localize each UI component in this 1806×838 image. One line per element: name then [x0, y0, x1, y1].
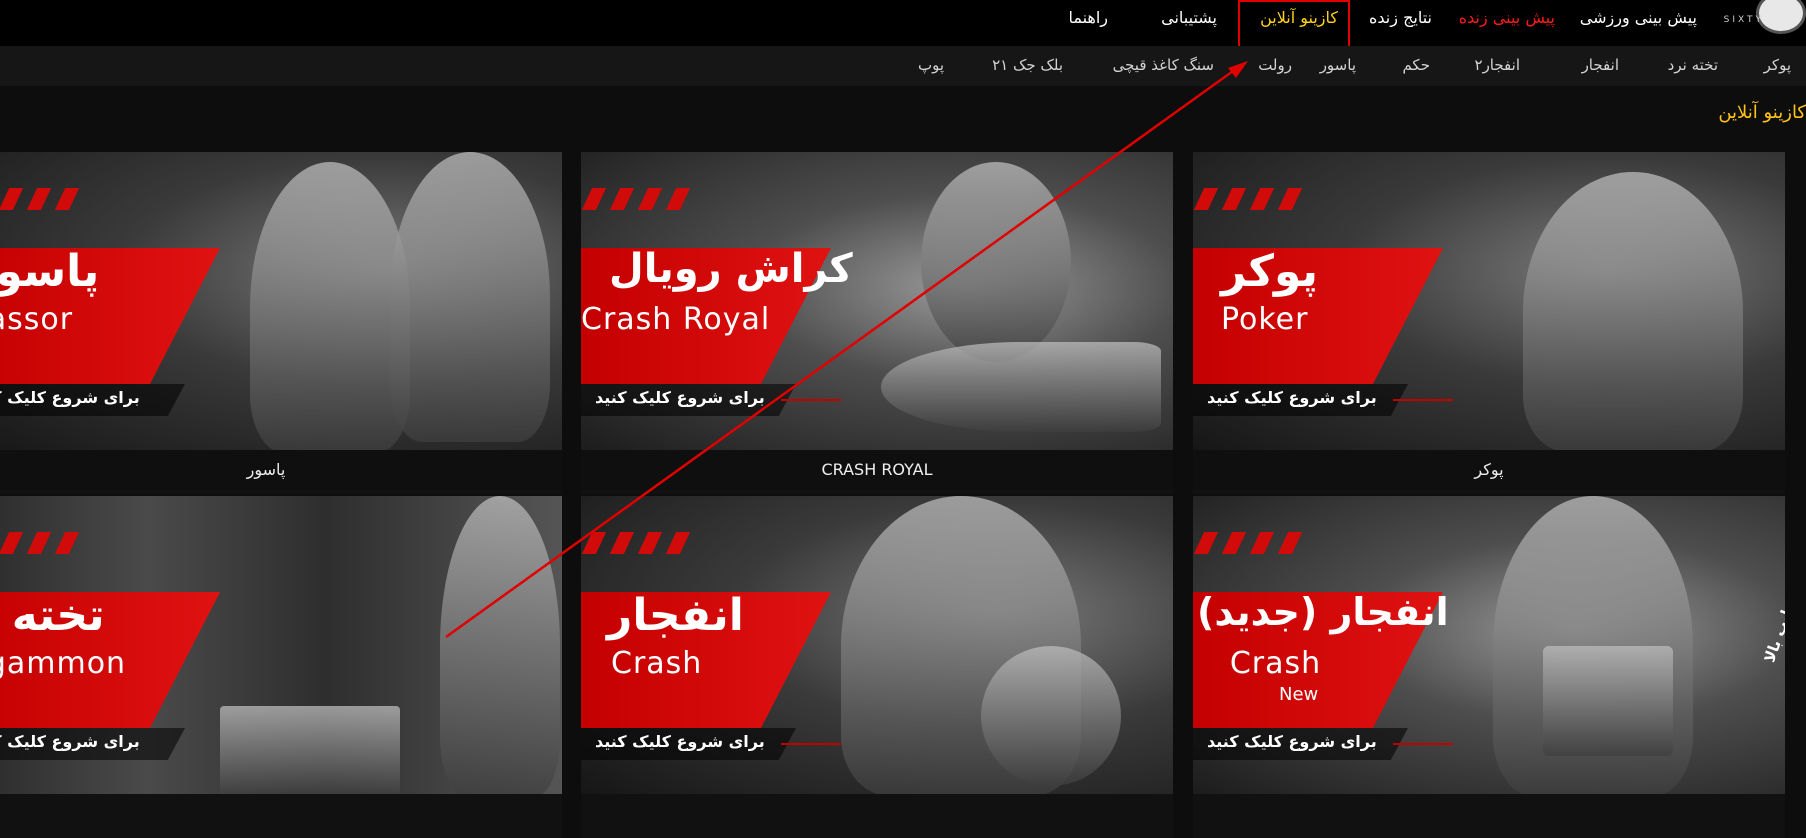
card-title-fa: کراش رویال	[609, 246, 853, 292]
card-cta: برای شروع کلیک کنید	[0, 732, 140, 751]
stripe-decoration	[0, 188, 110, 212]
top-navigation-bar: SIXTY پیش بینی ورزشی پیش بینی زنده نتایج…	[0, 0, 1806, 46]
card-title-en: Crash Royal	[581, 302, 771, 337]
stripe-decoration	[1193, 532, 1333, 556]
cta-underline	[1393, 399, 1453, 401]
card-title-fa: پوکر	[1221, 246, 1319, 297]
nav-sports-betting[interactable]: پیش بینی ورزشی	[1580, 8, 1697, 27]
subnav-pop[interactable]: پوپ	[918, 56, 944, 74]
woman-figure-left	[250, 162, 410, 450]
casino-subnav: پوکر تخته نرد انفجار انفجار۲ حکم پاسور ر…	[0, 46, 1806, 86]
card-title-en: Passor	[0, 302, 74, 337]
player-figure	[440, 496, 560, 794]
backgammon-board-figure	[220, 706, 400, 794]
high-odds-label: ضرایب بالا	[1760, 585, 1785, 665]
astronaut-figure	[921, 162, 1071, 362]
game-card-crash-royal[interactable]: کراش رویال Crash Royal برای شروع کلیک کن…	[581, 152, 1173, 494]
rocket-figure	[881, 342, 1161, 432]
card-image: پاسور Passor برای شروع کلیک کنید	[0, 152, 562, 450]
card-cta: برای شروع کلیک کنید	[595, 388, 765, 407]
card-image: انفجار Crash برای شروع کلیک کنید	[581, 496, 1173, 794]
logo-text: SIXTY	[1723, 15, 1764, 25]
game-card-poker[interactable]: پوکر Poker برای شروع کلیک کنید پوکر	[1193, 152, 1785, 494]
gift-box-figure	[1543, 646, 1673, 756]
card-caption[interactable]: پاسور	[0, 450, 562, 490]
card-image: پوکر Poker برای شروع کلیک کنید	[1193, 152, 1785, 450]
game-card-passor[interactable]: پاسور Passor برای شروع کلیک کنید پاسور	[0, 152, 562, 494]
section-title: کازینو آنلاین	[1718, 102, 1806, 123]
cta-underline	[781, 399, 841, 401]
annotation-highlight-box	[1238, 0, 1350, 48]
nav-help[interactable]: راهنما	[1068, 8, 1108, 27]
subnav-crash2[interactable]: انفجار۲	[1475, 56, 1521, 74]
card-cta: برای شروع کلیک کنید	[1207, 388, 1377, 407]
game-card-crash[interactable]: انفجار Crash برای شروع کلیک کنید	[581, 496, 1173, 838]
site-logo[interactable]	[1756, 0, 1806, 34]
cta-underline	[781, 743, 841, 745]
game-card-backgammon[interactable]: تخته نرد Backgammon برای شروع کلیک کنید	[0, 496, 562, 838]
nav-live-betting[interactable]: پیش بینی زنده	[1459, 8, 1555, 27]
stripe-decoration	[581, 532, 721, 556]
card-title-en: Crash	[611, 646, 703, 681]
card-title-en: Poker	[1221, 302, 1309, 337]
nav-support[interactable]: پشتیبانی	[1161, 8, 1217, 27]
game-card-crash-new[interactable]: ضرایب بالا انفجار (جدید) Crash New برای …	[1193, 496, 1785, 838]
card-image: تخته نرد Backgammon برای شروع کلیک کنید	[0, 496, 562, 794]
card-title-fa: انفجار (جدید)	[1197, 590, 1449, 634]
stripe-decoration	[0, 532, 110, 556]
nav-live-results[interactable]: نتایج زنده	[1369, 8, 1432, 27]
card-title-en: Backgammon	[0, 646, 127, 681]
card-image: کراش رویال Crash Royal برای شروع کلیک کن…	[581, 152, 1173, 450]
subnav-backgammon[interactable]: تخته نرد	[1668, 56, 1718, 74]
subnav-crash[interactable]: انفجار	[1582, 56, 1619, 74]
player-figure	[1523, 172, 1743, 450]
card-title-fa: انفجار	[607, 590, 744, 641]
card-cta: برای شروع کلیک کنید	[1207, 732, 1377, 751]
card-cta: برای شروع کلیک کنید	[595, 732, 765, 751]
cta-underline	[1393, 743, 1453, 745]
card-cta: برای شروع کلیک کنید	[0, 388, 140, 407]
subnav-rock-paper-scissors[interactable]: سنگ کاغذ قیچی	[1113, 56, 1214, 74]
card-caption[interactable]: CRASH ROYAL	[581, 450, 1173, 490]
subnav-hokm[interactable]: حکم	[1402, 56, 1430, 74]
card-title-new: New	[1279, 684, 1319, 705]
card-title-fa: پاسور	[0, 246, 100, 297]
stripe-decoration	[1193, 188, 1333, 212]
subnav-poker[interactable]: پوکر	[1764, 56, 1791, 74]
card-title-en: Crash	[1229, 646, 1322, 681]
subnav-roulette[interactable]: رولت	[1258, 56, 1292, 74]
card-caption[interactable]: پوکر	[1193, 450, 1785, 490]
subnav-passor[interactable]: پاسور	[1320, 56, 1356, 74]
woman-figure-right	[390, 152, 550, 442]
subnav-blackjack[interactable]: بلک جک ۲۱	[992, 56, 1063, 74]
card-image: ضرایب بالا انفجار (جدید) Crash New برای …	[1193, 496, 1785, 794]
card-title-fa: تخته نرد	[0, 590, 105, 641]
bomb-figure	[981, 646, 1121, 786]
stripe-decoration	[581, 188, 721, 212]
